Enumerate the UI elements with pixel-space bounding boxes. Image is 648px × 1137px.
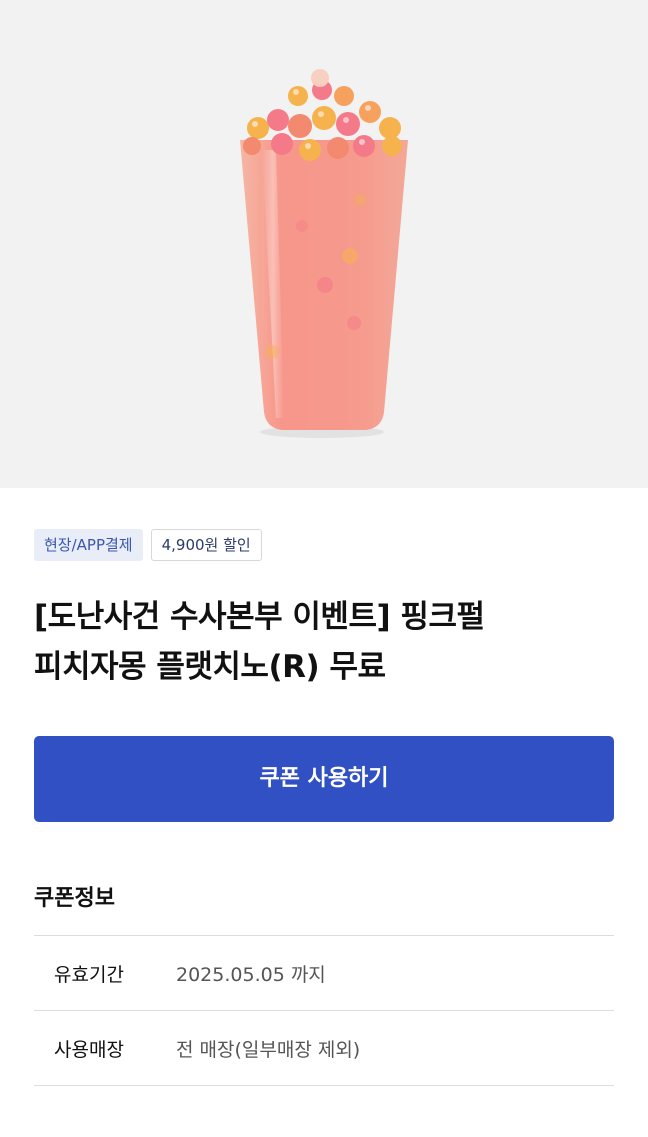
coupon-info-table: 유효기간 2025.05.05 까지 사용매장 전 매장(일부매장 제외) — [34, 935, 614, 1086]
product-image — [0, 0, 648, 488]
badge-group: 현장/APP결제 4,900원 할인 — [34, 529, 262, 561]
product-title: [도난사건 수사본부 이벤트] 핑크펄 피치자몽 플랫치노(R) 무료 — [34, 592, 624, 692]
store-label: 사용매장 — [54, 1038, 124, 1061]
product-title-line-1: [도난사건 수사본부 이벤트] 핑크펄 — [34, 599, 485, 635]
drink-cup-illustration — [240, 69, 408, 438]
info-row-validity: 유효기간 2025.05.05 까지 — [34, 936, 614, 1011]
coupon-info-heading: 쿠폰정보 — [34, 886, 115, 911]
product-title-line-2: 피치자몽 플랫치노(R) 무료 — [34, 649, 386, 685]
info-row-store: 사용매장 전 매장(일부매장 제외) — [34, 1011, 614, 1086]
discount-badge: 4,900원 할인 — [150, 529, 262, 561]
payment-method-badge: 현장/APP결제 — [34, 529, 143, 561]
validity-value: 2025.05.05 까지 — [176, 963, 326, 986]
validity-label: 유효기간 — [54, 963, 124, 986]
use-coupon-button[interactable]: 쿠폰 사용하기 — [34, 736, 614, 822]
store-value: 전 매장(일부매장 제외) — [176, 1038, 361, 1061]
